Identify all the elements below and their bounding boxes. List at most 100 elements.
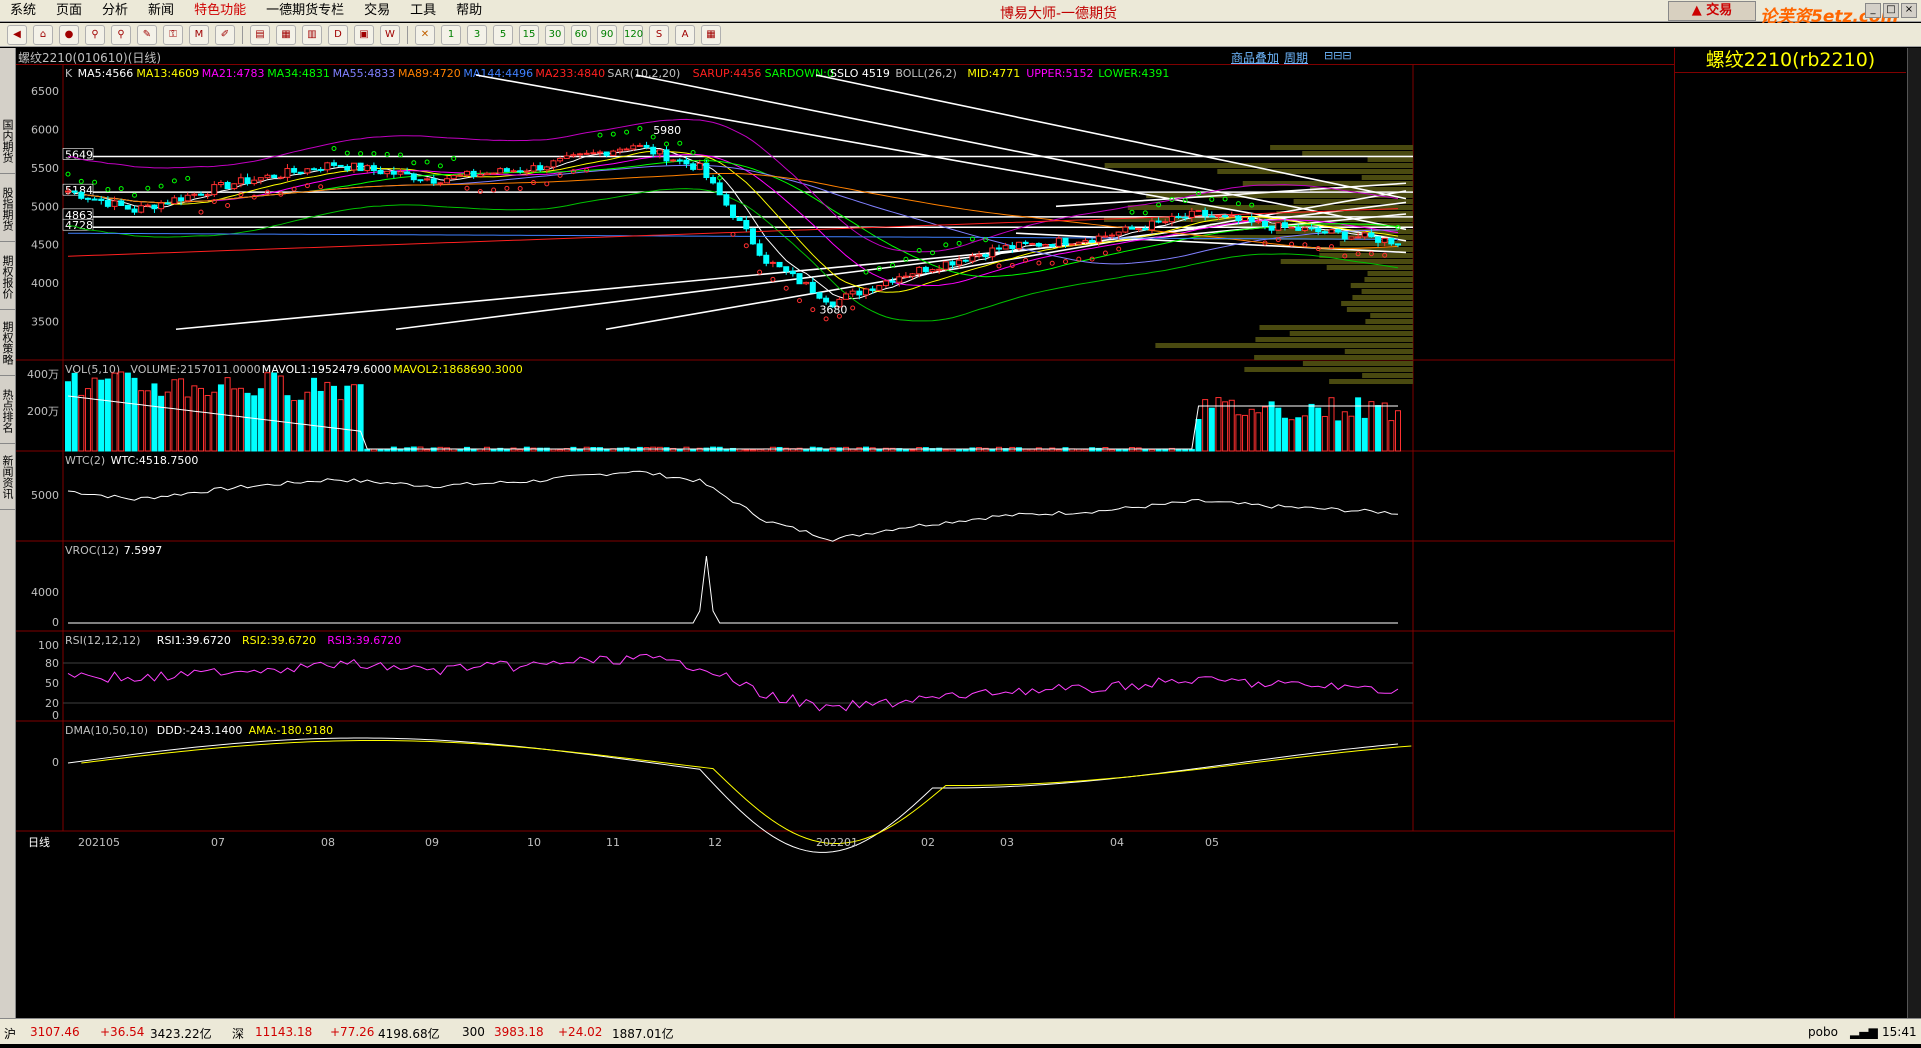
volume-bar: [1182, 449, 1189, 452]
left-tab-3[interactable]: 期权策略: [0, 310, 15, 376]
week-icon[interactable]: W: [380, 24, 400, 45]
candle-body: [823, 297, 830, 303]
volume-bar: [1049, 447, 1056, 452]
volume-bar: [949, 448, 956, 452]
candle-body: [696, 162, 703, 170]
candle-body: [251, 179, 258, 185]
ma-icon[interactable]: M: [189, 24, 209, 45]
candle-body: [676, 159, 683, 162]
quote-scrollbar[interactable]: [1907, 48, 1921, 1018]
120-icon[interactable]: 120: [623, 24, 643, 45]
candle-body: [1308, 227, 1315, 230]
tick-row: [1675, 536, 1906, 556]
sar-dot: [850, 305, 856, 311]
15-icon[interactable]: 15: [519, 24, 539, 45]
table-icon[interactable]: ▤: [250, 24, 270, 45]
status-item-3: 3423.22亿: [150, 1027, 212, 1041]
candle-body: [1202, 209, 1209, 217]
ma-legend-1: MA5:4566: [78, 67, 134, 80]
bullet-icon[interactable]: ●: [59, 24, 79, 45]
candle-body: [1162, 221, 1169, 224]
S-icon[interactable]: S: [649, 24, 669, 45]
chart-area[interactable]: 螺纹2210(010610)(日线) 商品叠加 周期 ⊟⊟⊟ K MA5:4566…: [16, 48, 1674, 1018]
date-label: 02: [921, 836, 935, 849]
1-icon[interactable]: 1: [441, 24, 461, 45]
volume-profile-bar: [1319, 253, 1413, 258]
minimize-icon[interactable]: _: [1865, 3, 1881, 18]
menu-item-1[interactable]: 页面: [46, 0, 92, 22]
menu-item-0[interactable]: 系统: [0, 0, 46, 22]
left-tab-5[interactable]: 新闻资讯: [0, 444, 15, 510]
3-icon[interactable]: 3: [467, 24, 487, 45]
pencil-icon[interactable]: ✐: [215, 24, 235, 45]
ma-legend-0: K: [65, 67, 73, 80]
period-link[interactable]: 周期: [1284, 49, 1308, 66]
left-tab-2[interactable]: 期权报价: [0, 244, 15, 310]
trade-button-label: 交易: [1706, 3, 1733, 18]
candle-body: [1082, 239, 1089, 243]
date-icon[interactable]: D: [328, 24, 348, 45]
restore-icon[interactable]: □: [1883, 3, 1899, 18]
trade-button[interactable]: ▲ 交易: [1668, 1, 1756, 21]
menu-item-5[interactable]: 一德期货专栏: [256, 0, 354, 22]
volume-bar: [164, 391, 171, 452]
menu-item-3[interactable]: 新闻: [138, 0, 184, 22]
volume-bar: [1381, 402, 1388, 452]
sar-dot: [797, 298, 802, 304]
menu-item-2[interactable]: 分析: [92, 0, 138, 22]
60-icon[interactable]: 60: [571, 24, 591, 45]
search-icon[interactable]: ⚲: [85, 24, 105, 45]
x-icon[interactable]: ✕: [415, 24, 435, 45]
candle-body: [550, 160, 557, 168]
candle-body: [630, 145, 637, 150]
volume-bar: [823, 449, 830, 452]
90-icon[interactable]: 90: [597, 24, 617, 45]
back-icon[interactable]: ◀: [7, 24, 27, 45]
menu-item-6[interactable]: 交易: [354, 0, 400, 22]
pen-icon[interactable]: ✎: [137, 24, 157, 45]
a-icon[interactable]: A: [675, 24, 695, 45]
30-icon[interactable]: 30: [545, 24, 565, 45]
volume-bar: [510, 447, 517, 452]
search2-icon[interactable]: ⚲: [111, 24, 131, 45]
tick-row: [1675, 734, 1906, 754]
calendar-icon[interactable]: ▣: [354, 24, 374, 45]
sar-dot: [517, 186, 523, 192]
chart-icon[interactable]: ▥: [302, 24, 322, 45]
home-icon[interactable]: ⌂: [33, 24, 53, 45]
volume-bar: [1242, 414, 1249, 452]
candle-body: [916, 266, 923, 275]
ask-row: [1675, 134, 1906, 154]
close-icon[interactable]: ×: [1901, 3, 1917, 18]
layout-toggle-icons[interactable]: ⊟⊟⊟: [1324, 49, 1352, 62]
sar-dot: [344, 150, 350, 156]
volume-bar: [876, 448, 883, 452]
left-tab-0[interactable]: 国内期货: [0, 108, 15, 174]
menu-item-4[interactable]: 特色功能: [184, 0, 256, 22]
overlay-link[interactable]: 商品叠加: [1231, 49, 1279, 66]
candle-body: [98, 198, 105, 201]
left-tab-4[interactable]: 热点排名: [0, 378, 15, 444]
5-icon[interactable]: 5: [493, 24, 513, 45]
menu-item-7[interactable]: 工具: [400, 0, 446, 22]
volume-profile-bar: [1341, 301, 1413, 306]
candle-body: [370, 165, 377, 171]
app-title: 博易大师-一德期货: [1000, 6, 1118, 22]
menu-bar: 系统 页面 分析 新闻 特色功能 一德期货专栏 交易 工具 帮助: [0, 0, 1921, 22]
ask-row: [1675, 94, 1906, 114]
layout-icon[interactable]: ▦: [276, 24, 296, 45]
candle-body: [1208, 215, 1215, 218]
cal-icon[interactable]: ▦: [701, 24, 721, 45]
menu-item-8[interactable]: 帮助: [446, 0, 492, 22]
left-tab-1[interactable]: 股指期货: [0, 176, 15, 242]
ask-row: [1675, 114, 1906, 134]
candle-body: [184, 194, 191, 202]
candle-body: [570, 154, 577, 157]
tick-row: [1675, 644, 1906, 664]
tick-row: [1675, 464, 1906, 484]
volume-bar: [217, 384, 224, 452]
candle-body: [616, 148, 623, 152]
date-label: 11: [606, 836, 620, 849]
brand-label: pobo: [1808, 1025, 1838, 1039]
key-icon[interactable]: ⚿: [163, 24, 183, 45]
